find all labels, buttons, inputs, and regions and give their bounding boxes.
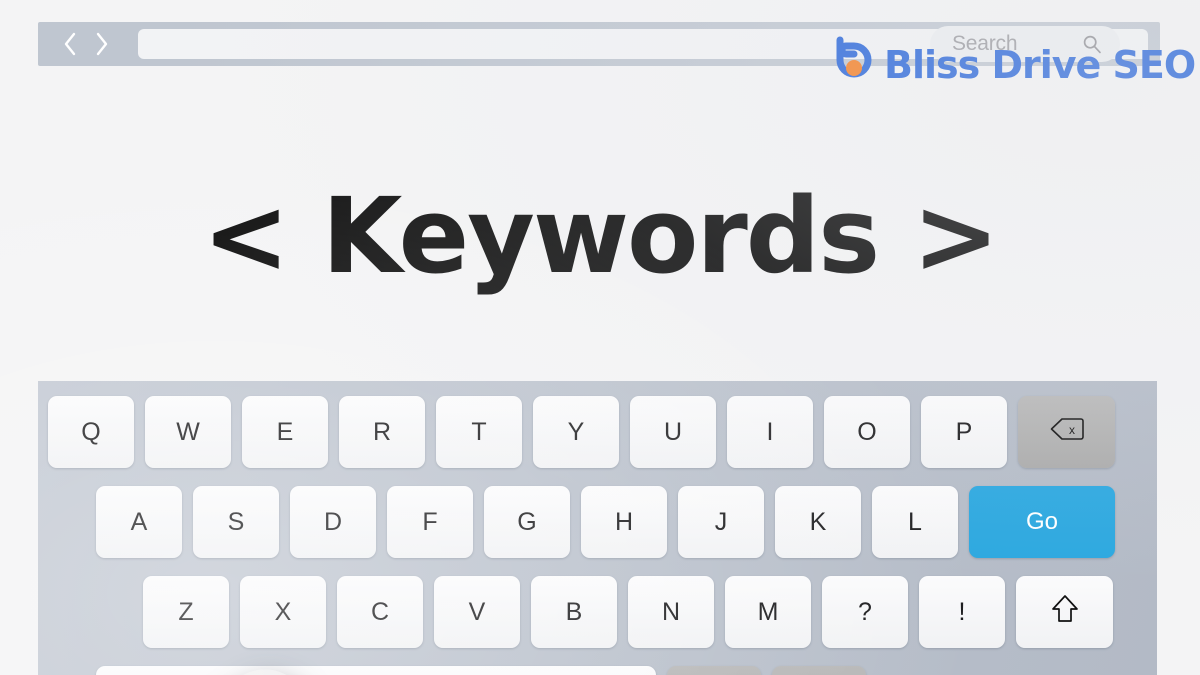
onscreen-keyboard: Q W E R T Y U I O Px A S D F G H J K L Go Z X C V B N M?! <box>38 381 1157 675</box>
key-t[interactable]: T <box>436 396 522 468</box>
key-label: I <box>766 417 774 446</box>
key-modifier-2[interactable] <box>772 666 866 675</box>
keyboard-row-4 <box>96 666 866 675</box>
key-label: R <box>372 417 392 446</box>
screenshot-canvas: Search Bliss Drive SEO < Keywords > QWER… <box>0 0 1200 675</box>
key-go[interactable]: Go <box>969 486 1115 558</box>
key-label: Z <box>178 597 194 626</box>
page-title: < Keywords > <box>202 175 1000 297</box>
key-w[interactable]: W <box>145 396 231 468</box>
key-label: ? <box>858 597 872 626</box>
key-d[interactable]: D <box>290 486 376 558</box>
key-backspace[interactable]: x <box>1018 396 1115 468</box>
key-label: A <box>130 507 148 536</box>
key-label: Y <box>567 417 585 446</box>
key-label: P <box>955 417 973 446</box>
key-h[interactable]: H <box>581 486 667 558</box>
bliss-drive-seo-logo[interactable]: Bliss Drive SEO <box>824 33 1196 89</box>
key-a[interactable]: A <box>96 486 182 558</box>
key-y[interactable]: Y <box>533 396 619 468</box>
key-label: X <box>274 597 292 626</box>
key-label: ! <box>958 597 966 626</box>
key-m[interactable]: M <box>725 576 811 648</box>
keyboard-row-3: Z X C V B N M?! <box>143 576 1113 648</box>
key-label: S <box>227 507 245 536</box>
key-i[interactable]: I <box>727 396 813 468</box>
key-label: J <box>714 507 728 536</box>
key-b[interactable]: B <box>531 576 617 648</box>
key-k[interactable]: K <box>775 486 861 558</box>
chevron-left-icon[interactable] <box>62 31 78 57</box>
key-label: W <box>176 417 200 446</box>
bliss-drive-b-logo-icon <box>824 34 878 88</box>
navigation-controls <box>62 22 110 66</box>
key-shift[interactable] <box>1016 576 1113 648</box>
key-label: E <box>276 417 294 446</box>
key-label: U <box>663 417 683 446</box>
key-modifier-1[interactable] <box>667 666 761 675</box>
key-n[interactable]: N <box>628 576 714 648</box>
key-q[interactable]: Q <box>48 396 134 468</box>
key-label: Go <box>1025 508 1058 535</box>
key-label: M <box>757 597 779 626</box>
key-c[interactable]: C <box>337 576 423 648</box>
key-label: G <box>517 507 537 536</box>
key-label: D <box>323 507 343 536</box>
key-label: B <box>565 597 583 626</box>
key-j[interactable]: J <box>678 486 764 558</box>
key-label: L <box>908 507 922 536</box>
keyboard-row-1: Q W E R T Y U I O Px <box>48 396 1115 468</box>
key-label: O <box>857 417 877 446</box>
shift-arrow-icon <box>1051 594 1079 631</box>
brand-name: Bliss Drive SEO <box>884 43 1196 87</box>
key-o[interactable]: O <box>824 396 910 468</box>
key-label: V <box>468 597 486 626</box>
key-z[interactable]: Z <box>143 576 229 648</box>
keyboard-row-2: A S D F G H J K L Go <box>96 486 1115 558</box>
key-spacebar[interactable] <box>96 666 656 675</box>
key-?[interactable]: ? <box>822 576 908 648</box>
key-l[interactable]: L <box>872 486 958 558</box>
key-r[interactable]: R <box>339 396 425 468</box>
key-label: T <box>471 417 487 446</box>
key-label: H <box>614 507 634 536</box>
key-e[interactable]: E <box>242 396 328 468</box>
chevron-right-icon[interactable] <box>94 31 110 57</box>
key-label: N <box>661 597 681 626</box>
key-p[interactable]: P <box>921 396 1007 468</box>
backspace-icon: x <box>1050 417 1084 448</box>
key-label: Q <box>81 417 101 446</box>
key-label: F <box>422 507 438 536</box>
key-v[interactable]: V <box>434 576 520 648</box>
key-![interactable]: ! <box>919 576 1005 648</box>
key-s[interactable]: S <box>193 486 279 558</box>
key-label: K <box>809 507 827 536</box>
svg-text:x: x <box>1069 423 1075 437</box>
key-x[interactable]: X <box>240 576 326 648</box>
key-u[interactable]: U <box>630 396 716 468</box>
key-g[interactable]: G <box>484 486 570 558</box>
key-label: C <box>370 597 390 626</box>
key-f[interactable]: F <box>387 486 473 558</box>
